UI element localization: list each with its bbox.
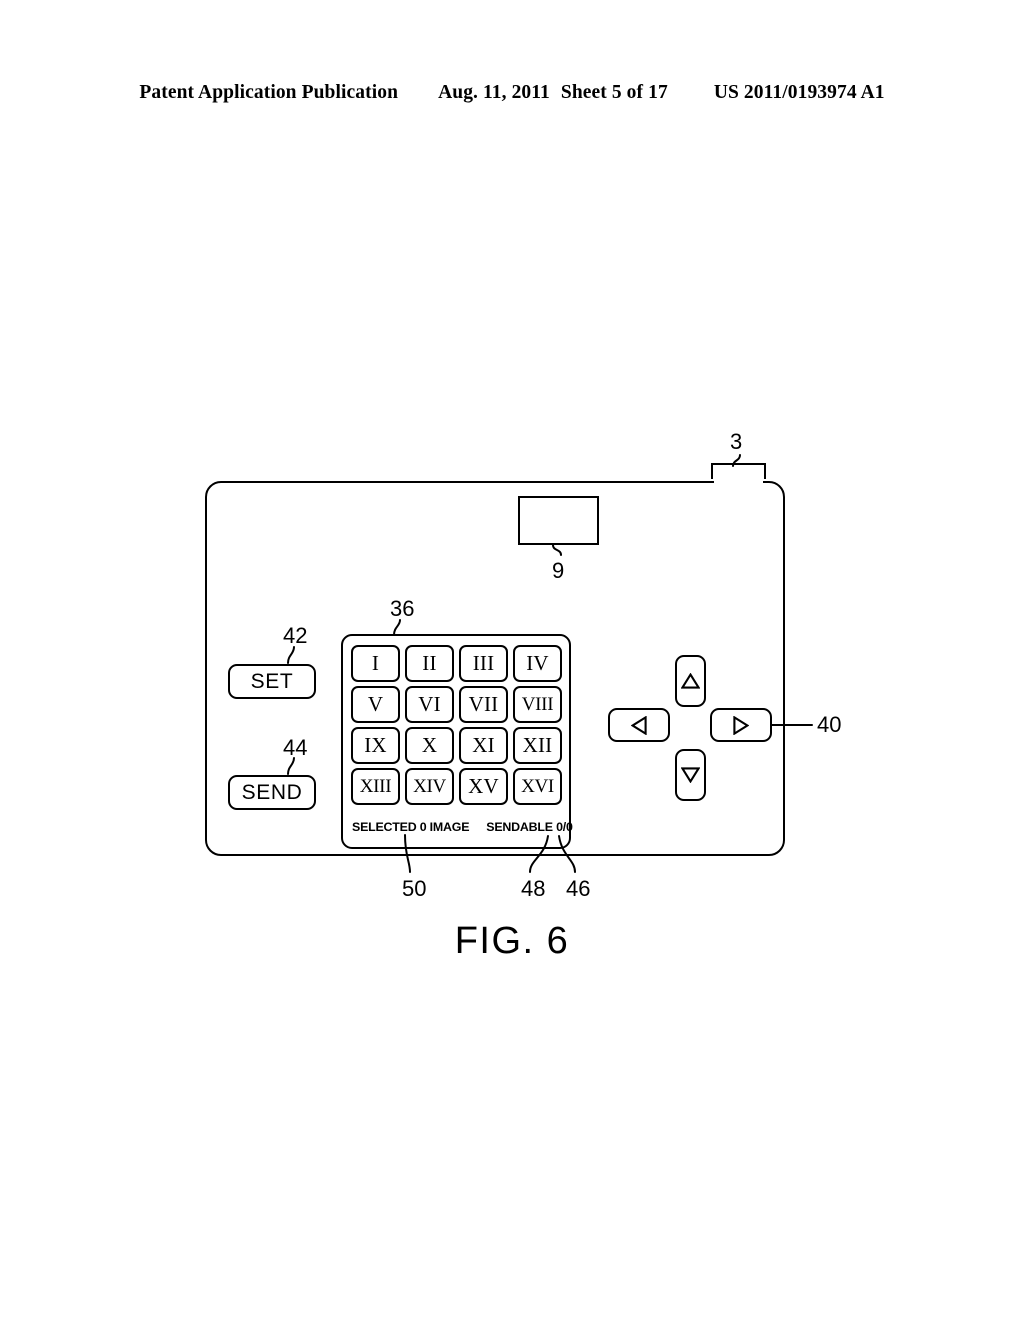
image-key[interactable]: V xyxy=(351,686,400,723)
dpad-up-button[interactable] xyxy=(675,655,706,707)
image-key-label: IV xyxy=(526,651,549,675)
image-key[interactable]: XI xyxy=(459,727,508,764)
selected-count-status: SELECTED 0 IMAGE xyxy=(352,820,470,834)
ref-numeral-9: 9 xyxy=(552,558,565,583)
image-key-label: VI xyxy=(418,692,441,716)
image-key[interactable]: XII xyxy=(513,727,562,764)
image-key-grid: I II III IV V VI VII VIII IX X XI XII XI… xyxy=(351,645,563,805)
ref-numeral-50: 50 xyxy=(402,876,427,901)
image-key-label: XIII xyxy=(359,776,392,797)
image-key[interactable]: VII xyxy=(459,686,508,723)
image-key-label: IX xyxy=(364,733,387,757)
set-button-label: SET xyxy=(250,670,294,693)
ref-numeral-40: 40 xyxy=(817,712,842,737)
image-key[interactable]: VIII xyxy=(513,686,562,723)
image-key-label: VII xyxy=(468,692,499,716)
top-tab-gap xyxy=(714,477,763,483)
image-selection-panel: I II III IV V VI VII VIII IX X XI XII XI… xyxy=(341,634,573,849)
ref-numeral-48: 48 xyxy=(521,876,546,901)
image-key-label: V xyxy=(367,692,384,716)
figure-caption: FIG. 6 xyxy=(454,920,570,962)
sendable-count-status: SENDABLE 0/0 xyxy=(486,820,573,834)
ref-numeral-44: 44 xyxy=(283,735,308,760)
triangle-up-icon xyxy=(681,673,700,689)
viewfinder-rectangle xyxy=(518,496,599,545)
image-key-label: XI xyxy=(472,733,495,757)
image-key-label: III xyxy=(472,651,495,675)
image-key[interactable]: I xyxy=(351,645,400,682)
triangle-right-icon xyxy=(733,715,749,735)
image-key[interactable]: XIV xyxy=(405,768,454,805)
image-key-label: VIII xyxy=(521,694,554,715)
image-key[interactable]: II xyxy=(405,645,454,682)
image-key[interactable]: IV xyxy=(513,645,562,682)
image-key-label: X xyxy=(421,733,438,757)
triangle-left-icon xyxy=(631,715,647,735)
ref-numeral-46: 46 xyxy=(566,876,591,901)
image-key-label: XII xyxy=(522,733,553,757)
image-key[interactable]: III xyxy=(459,645,508,682)
ref-numeral-42: 42 xyxy=(283,623,308,648)
image-key-label: XIV xyxy=(413,776,446,797)
image-key[interactable]: IX xyxy=(351,727,400,764)
image-key[interactable]: XIII xyxy=(351,768,400,805)
dpad-right-button[interactable] xyxy=(710,708,772,742)
set-button[interactable]: SET xyxy=(228,664,316,699)
image-key-label: XV xyxy=(468,774,499,798)
status-bar: SELECTED 0 IMAGE SENDABLE 0/0 xyxy=(352,816,573,838)
ref-numeral-3: 3 xyxy=(730,429,743,454)
dpad-down-button[interactable] xyxy=(675,749,706,801)
figure-6-drawing: SET SEND I II III IV V VI VII VIII IX X … xyxy=(0,0,1024,1320)
dpad-left-button[interactable] xyxy=(608,708,670,742)
triangle-down-icon xyxy=(681,767,700,783)
image-key[interactable]: XVI xyxy=(513,768,562,805)
image-key[interactable]: XV xyxy=(459,768,508,805)
image-key-label: I xyxy=(371,651,380,675)
send-button[interactable]: SEND xyxy=(228,775,316,810)
send-button-label: SEND xyxy=(241,781,303,804)
ref-numeral-36: 36 xyxy=(390,596,415,621)
image-key[interactable]: VI xyxy=(405,686,454,723)
image-key-label: II xyxy=(422,651,437,675)
image-key[interactable]: X xyxy=(405,727,454,764)
image-key-label: XVI xyxy=(521,776,554,797)
